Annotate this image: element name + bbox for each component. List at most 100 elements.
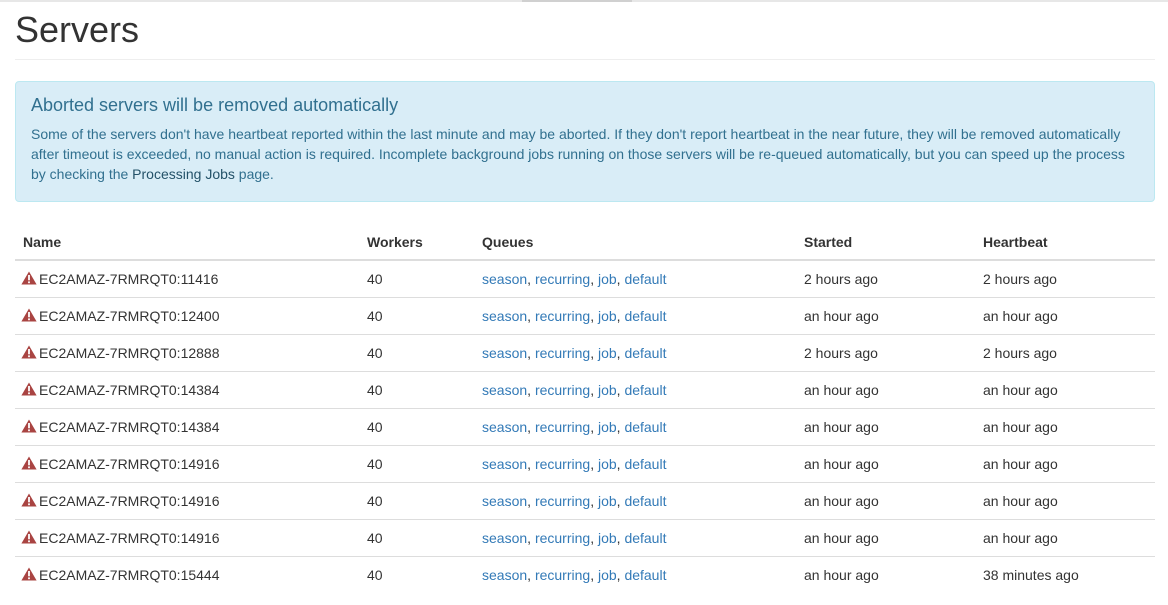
queue-link[interactable]: job bbox=[598, 382, 617, 398]
server-name-cell: EC2AMAZ-7RMRQT0:12888 bbox=[15, 333, 359, 371]
queue-link[interactable]: season bbox=[482, 308, 527, 324]
server-name-cell: EC2AMAZ-7RMRQT0:12400 bbox=[15, 296, 359, 334]
table-row: EC2AMAZ-7RMRQT0:14384 40 season, recurring… bbox=[15, 407, 1155, 445]
column-header-queues: Queues bbox=[474, 222, 796, 261]
warning-triangle-icon bbox=[21, 382, 37, 396]
warning-triangle-icon bbox=[21, 345, 37, 359]
queue-separator: , bbox=[590, 307, 598, 324]
column-header-started: Started bbox=[796, 222, 975, 261]
workers-cell: 40 bbox=[359, 296, 474, 334]
heartbeat-cell: an hour ago bbox=[975, 370, 1155, 408]
warning-triangle-icon bbox=[21, 530, 37, 544]
server-name-cell: EC2AMAZ-7RMRQT0:14916 bbox=[15, 444, 359, 482]
queue-link[interactable]: job bbox=[598, 567, 617, 583]
queue-link[interactable]: season bbox=[482, 382, 527, 398]
queue-link[interactable]: job bbox=[598, 530, 617, 546]
server-name-cell: EC2AMAZ-7RMRQT0:14916 bbox=[15, 481, 359, 519]
server-name-cell: EC2AMAZ-7RMRQT0:14916 bbox=[15, 518, 359, 556]
queue-separator: , bbox=[590, 566, 598, 583]
warning-triangle-icon bbox=[21, 271, 37, 285]
started-cell: an hour ago bbox=[796, 407, 975, 445]
queue-separator: , bbox=[527, 381, 535, 398]
queue-link[interactable]: recurring bbox=[535, 271, 590, 287]
warning-triangle-icon bbox=[21, 493, 37, 507]
warning-triangle-icon bbox=[21, 419, 37, 433]
queue-link[interactable]: job bbox=[598, 345, 617, 361]
server-name-cell: EC2AMAZ-7RMRQT0:15444 bbox=[15, 555, 359, 593]
info-alert: Aborted servers will be removed automati… bbox=[15, 81, 1155, 202]
queue-link[interactable]: default bbox=[624, 382, 666, 398]
queue-link[interactable]: recurring bbox=[535, 530, 590, 546]
started-cell: 2 hours ago bbox=[796, 259, 975, 297]
started-cell: an hour ago bbox=[796, 481, 975, 519]
queue-link[interactable]: recurring bbox=[535, 308, 590, 324]
queue-link[interactable]: season bbox=[482, 419, 527, 435]
workers-cell: 40 bbox=[359, 407, 474, 445]
queues-cell: season, recurring, job, default bbox=[474, 259, 796, 297]
queue-separator: , bbox=[590, 529, 598, 546]
table-row: EC2AMAZ-7RMRQT0:14916 40 season, recurring… bbox=[15, 481, 1155, 519]
server-name-cell: EC2AMAZ-7RMRQT0:14384 bbox=[15, 370, 359, 408]
queue-separator: , bbox=[527, 307, 535, 324]
queue-link[interactable]: job bbox=[598, 271, 617, 287]
queue-link[interactable]: default bbox=[624, 567, 666, 583]
column-header-name: Name bbox=[15, 222, 359, 261]
queue-link[interactable]: default bbox=[624, 456, 666, 472]
started-cell: an hour ago bbox=[796, 518, 975, 556]
queue-link[interactable]: default bbox=[624, 530, 666, 546]
queue-separator: , bbox=[590, 344, 598, 361]
queue-link[interactable]: season bbox=[482, 530, 527, 546]
table-row: EC2AMAZ-7RMRQT0:14384 40 season, recurring… bbox=[15, 370, 1155, 408]
queue-link[interactable]: default bbox=[624, 493, 666, 509]
heartbeat-cell: an hour ago bbox=[975, 444, 1155, 482]
server-name: EC2AMAZ-7RMRQT0:14916 bbox=[39, 455, 220, 472]
started-cell: an hour ago bbox=[796, 444, 975, 482]
server-name-cell: EC2AMAZ-7RMRQT0:11416 bbox=[15, 259, 359, 297]
workers-cell: 40 bbox=[359, 481, 474, 519]
queue-separator: , bbox=[590, 381, 598, 398]
workers-cell: 40 bbox=[359, 555, 474, 593]
workers-cell: 40 bbox=[359, 518, 474, 556]
queues-cell: season, recurring, job, default bbox=[474, 296, 796, 334]
queue-link[interactable]: season bbox=[482, 271, 527, 287]
started-cell: an hour ago bbox=[796, 296, 975, 334]
heartbeat-cell: an hour ago bbox=[975, 518, 1155, 556]
queue-link[interactable]: recurring bbox=[535, 493, 590, 509]
queues-cell: season, recurring, job, default bbox=[474, 407, 796, 445]
queue-separator: , bbox=[590, 418, 598, 435]
queue-link[interactable]: default bbox=[624, 345, 666, 361]
queue-link[interactable]: recurring bbox=[535, 382, 590, 398]
queue-link[interactable]: recurring bbox=[535, 345, 590, 361]
heartbeat-cell: 38 minutes ago bbox=[975, 555, 1155, 593]
queue-link[interactable]: season bbox=[482, 493, 527, 509]
queue-link[interactable]: default bbox=[624, 308, 666, 324]
queues-cell: season, recurring, job, default bbox=[474, 333, 796, 371]
server-name: EC2AMAZ-7RMRQT0:11416 bbox=[39, 270, 219, 287]
alert-heading: Aborted servers will be removed automati… bbox=[31, 95, 399, 115]
queue-link[interactable]: job bbox=[598, 493, 617, 509]
page-title: Servers bbox=[15, 0, 1155, 60]
queue-link[interactable]: job bbox=[598, 308, 617, 324]
alert-text-after: page. bbox=[234, 166, 274, 182]
queue-link[interactable]: season bbox=[482, 456, 527, 472]
queue-separator: , bbox=[527, 344, 535, 361]
queue-separator: , bbox=[590, 492, 598, 509]
queue-link[interactable]: default bbox=[624, 419, 666, 435]
queue-link[interactable]: season bbox=[482, 567, 527, 583]
table-row: EC2AMAZ-7RMRQT0:14916 40 season, recurring… bbox=[15, 444, 1155, 482]
queue-link[interactable]: season bbox=[482, 345, 527, 361]
started-cell: an hour ago bbox=[796, 370, 975, 408]
queue-link[interactable]: recurring bbox=[535, 419, 590, 435]
alert-text: Some of the servers don't have heartbeat… bbox=[31, 124, 1139, 184]
queue-link[interactable]: recurring bbox=[535, 456, 590, 472]
table-row: EC2AMAZ-7RMRQT0:15444 40 season, recurring… bbox=[15, 555, 1155, 593]
queue-link[interactable]: job bbox=[598, 456, 617, 472]
queue-link[interactable]: default bbox=[624, 271, 666, 287]
queue-link[interactable]: job bbox=[598, 419, 617, 435]
started-cell: an hour ago bbox=[796, 555, 975, 593]
processing-jobs-link[interactable]: Processing Jobs bbox=[132, 166, 235, 182]
queue-link[interactable]: recurring bbox=[535, 567, 590, 583]
table-row: EC2AMAZ-7RMRQT0:14916 40 season, recurring… bbox=[15, 518, 1155, 556]
queues-cell: season, recurring, job, default bbox=[474, 555, 796, 593]
queue-separator: , bbox=[527, 455, 535, 472]
